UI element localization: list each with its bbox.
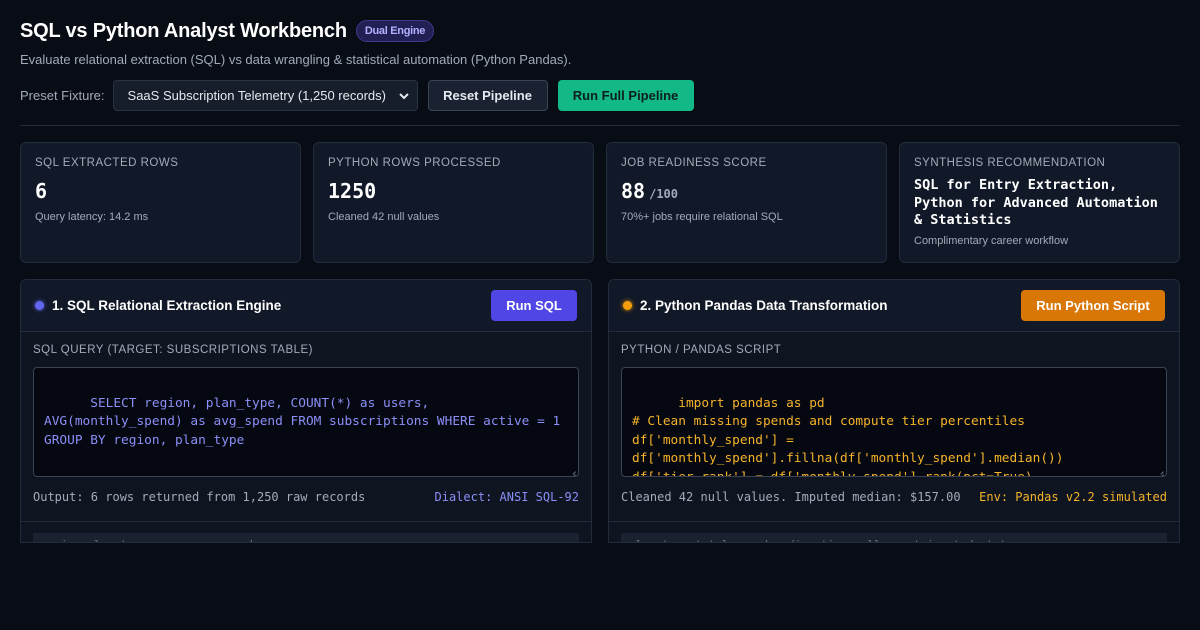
status-dot-icon — [623, 301, 632, 310]
python-script-text: import pandas as pd # Clean missing spen… — [632, 395, 1064, 477]
sql-query-editor[interactable]: SELECT region, plan_type, COUNT(*) as us… — [33, 367, 579, 477]
sql-panel-title: 1. SQL Relational Extraction Engine — [35, 298, 281, 313]
python-panel: 2. Python Pandas Data Transformation Run… — [608, 279, 1180, 543]
status-dot-icon — [35, 301, 44, 310]
python-output-row: Cleaned 42 null values. Imputed median: … — [621, 490, 1167, 504]
readiness-score-value: 88 — [621, 179, 646, 203]
card-label: Job Readiness Score — [621, 157, 767, 169]
resize-handle-icon[interactable] — [1156, 467, 1164, 475]
python-panel-title-text: 2. Python Pandas Data Transformation — [640, 298, 888, 313]
python-results-table: plan_type total_spend median_tier null_c… — [621, 533, 1167, 542]
engine-badge: Dual Engine — [355, 20, 435, 42]
sql-panel: 1. SQL Relational Extraction Engine Run … — [20, 279, 592, 543]
card-value: 6 — [35, 179, 286, 203]
python-rows-value: 1250 — [328, 179, 377, 203]
python-output-text: Cleaned 42 null values. Imputed median: … — [621, 490, 961, 504]
sql-output-text: Output: 6 rows returned from 1,250 raw r… — [33, 490, 366, 504]
python-panel-title: 2. Python Pandas Data Transformation — [623, 298, 888, 313]
sql-rows-value: 6 — [35, 179, 48, 203]
chevron-down-icon — [398, 89, 409, 103]
python-rows-card: Python Rows Processed 1250 Cleaned 42 nu… — [313, 142, 594, 263]
card-label: Synthesis Recommendation — [914, 157, 1106, 169]
pipeline-controls: Preset Fixture: SaaS Subscription Teleme… — [20, 80, 694, 111]
sql-output-row: Output: 6 rows returned from 1,250 raw r… — [33, 490, 579, 504]
panel-divider — [21, 521, 591, 522]
fixture-select[interactable]: SaaS Subscription Telemetry (1,250 recor… — [112, 80, 418, 111]
sql-dialect: Dialect: ANSI SQL-92 — [434, 490, 580, 504]
card-note: Complimentary career workflow — [914, 234, 1069, 247]
reset-pipeline-button[interactable]: Reset Pipeline — [427, 80, 548, 111]
python-panel-header: 2. Python Pandas Data Transformation Run… — [609, 280, 1179, 332]
sql-query-label: SQL Query (Target: subscriptions table) — [33, 344, 314, 356]
page-subtitle: Evaluate relational extraction (SQL) vs … — [20, 52, 572, 67]
fixture-selected-value: SaaS Subscription Telemetry (1,250 recor… — [127, 88, 386, 103]
title-row: SQL vs Python Analyst Workbench Dual Eng… — [20, 18, 1180, 44]
run-python-script-button[interactable]: Run Python Script — [1021, 290, 1165, 321]
card-value: 1250 — [328, 179, 579, 203]
python-script-editor[interactable]: import pandas as pd # Clean missing spen… — [621, 367, 1167, 477]
sql-rows-card: SQL Extracted Rows 6 Query latency: 14.2… — [20, 142, 301, 263]
run-sql-button[interactable]: Run SQL — [491, 290, 577, 321]
panel-divider — [609, 521, 1179, 522]
card-note: Query latency: 14.2 ms — [35, 211, 149, 223]
sql-results-header: region plan_type users avg_spend — [33, 533, 579, 542]
python-script-label: Python / Pandas Script — [621, 344, 782, 356]
job-readiness-card: Job Readiness Score 88 /100 70%+ jobs re… — [606, 142, 887, 263]
synthesis-card: Synthesis Recommendation SQL for Entry E… — [899, 142, 1180, 263]
card-value: 88 /100 — [621, 179, 872, 203]
sql-panel-title-text: 1. SQL Relational Extraction Engine — [52, 298, 282, 313]
card-note: Cleaned 42 null values — [328, 211, 440, 223]
resize-handle-icon[interactable] — [568, 467, 576, 475]
sql-panel-header: 1. SQL Relational Extraction Engine Run … — [21, 280, 591, 332]
page-title: SQL vs Python Analyst Workbench — [20, 19, 347, 42]
sql-panel-body: SQL Query (Target: subscriptions table) … — [21, 332, 591, 504]
python-results-header: plan_type total_spend median_tier null_c… — [621, 533, 1167, 542]
card-label: SQL Extracted Rows — [35, 157, 179, 169]
header-divider — [20, 125, 1180, 126]
card-label: Python Rows Processed — [328, 157, 501, 169]
run-full-pipeline-button[interactable]: Run Full Pipeline — [557, 80, 694, 111]
readiness-score-suffix: /100 — [649, 187, 678, 201]
synthesis-recommendation: SQL for Entry Extraction, Python for Adv… — [914, 177, 1158, 228]
python-env: Env: Pandas v2.2 simulated — [979, 490, 1167, 504]
python-panel-body: Python / Pandas Script import pandas as … — [609, 332, 1179, 504]
sql-query-text: SELECT region, plan_type, COUNT(*) as us… — [44, 395, 568, 448]
sql-results-table: region plan_type users avg_spend — [33, 533, 579, 542]
fixture-label: Preset Fixture: — [20, 88, 105, 103]
page-header: SQL vs Python Analyst Workbench Dual Eng… — [20, 18, 1180, 68]
card-note: 70%+ jobs require relational SQL — [621, 211, 783, 223]
